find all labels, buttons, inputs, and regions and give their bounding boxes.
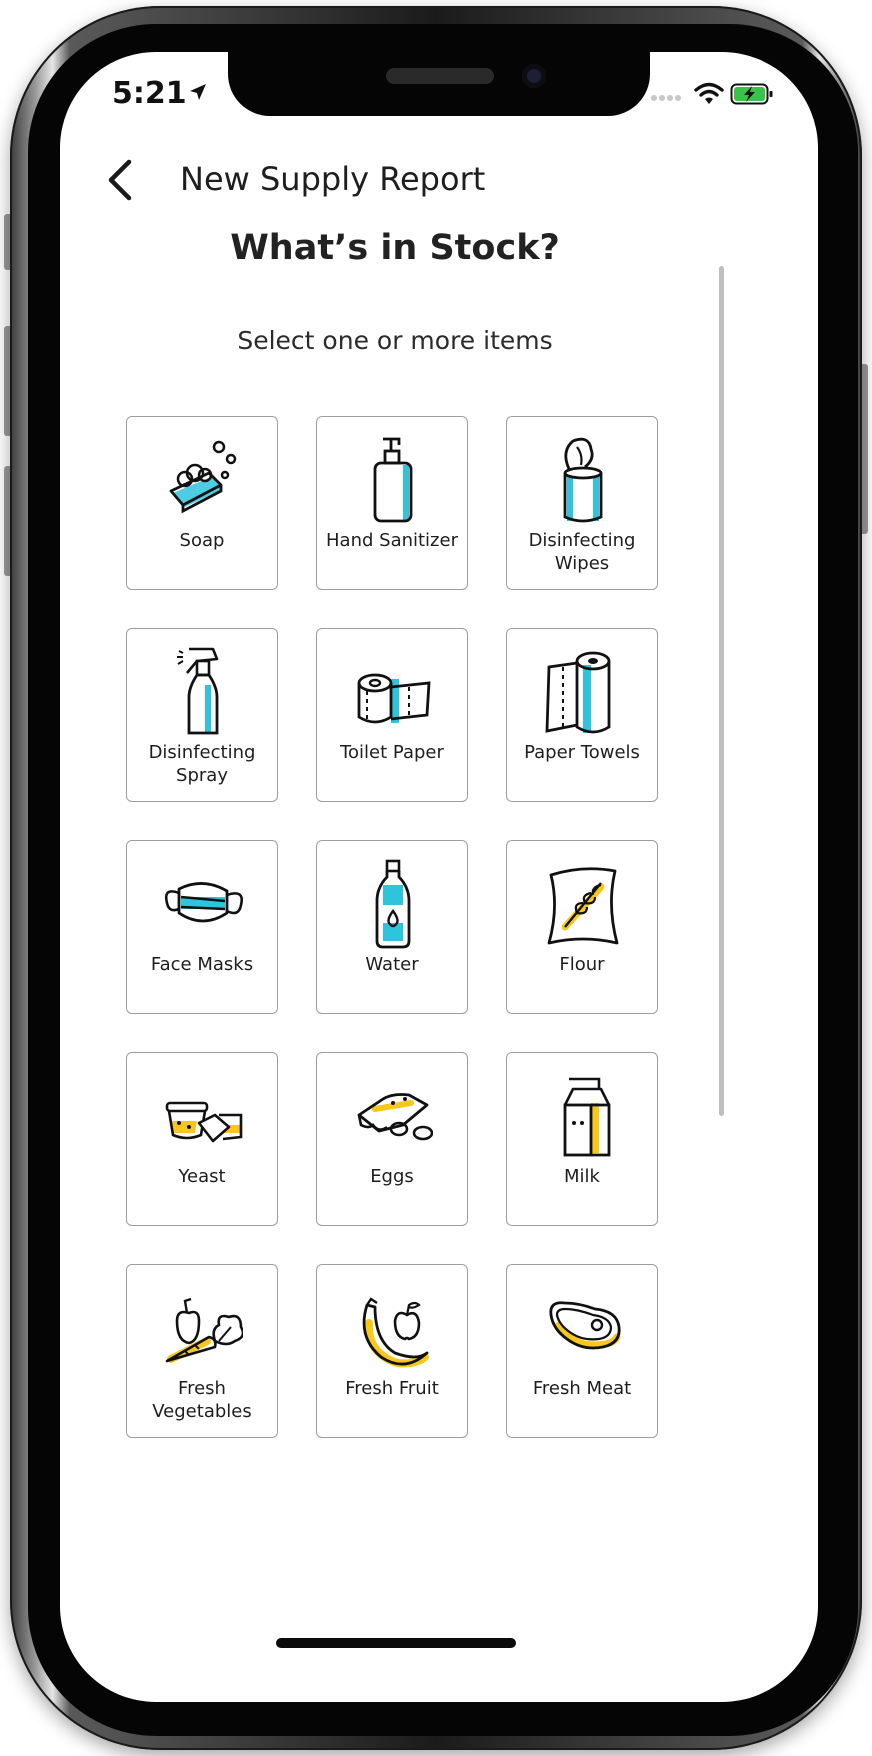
- front-camera: [522, 64, 546, 88]
- hand-sanitizer-icon: [373, 437, 413, 523]
- item-label: Water: [365, 954, 419, 975]
- item-tile-water[interactable]: Water: [316, 840, 468, 1014]
- item-label: Eggs: [370, 1166, 414, 1187]
- home-indicator[interactable]: [276, 1638, 516, 1648]
- back-button[interactable]: [96, 154, 144, 206]
- item-tile-face-masks[interactable]: Face Masks: [126, 840, 278, 1014]
- status-time: 5:21: [112, 76, 187, 111]
- item-tile-hand-sanitizer[interactable]: Hand Sanitizer: [316, 416, 468, 590]
- chevron-left-icon: [108, 159, 132, 201]
- item-tile-fresh-meat[interactable]: Fresh Meat: [506, 1264, 658, 1438]
- spray-bottle-icon: [177, 647, 219, 735]
- item-label: Fresh Meat: [532, 1378, 632, 1399]
- eggs-icon: [357, 1093, 433, 1141]
- location-arrow-icon: [190, 84, 206, 100]
- item-label: Hand Sanitizer: [326, 530, 458, 551]
- item-label: Fresh Vegetables: [152, 1378, 252, 1422]
- notch: [228, 52, 650, 116]
- app-screen: 5:21 New Supply Report What’s in Stock? …: [60, 52, 818, 1702]
- item-tile-paper-towels[interactable]: Paper Towels: [506, 628, 658, 802]
- item-label: Toilet Paper: [340, 742, 444, 763]
- scrollbar[interactable]: [719, 266, 724, 1116]
- toilet-paper-icon: [357, 673, 431, 724]
- item-tile-disinfecting-spray[interactable]: Disinfecting Spray: [126, 628, 278, 802]
- item-tile-disinfecting-wipes[interactable]: Disinfecting Wipes: [506, 416, 658, 590]
- item-tile-fresh-fruit[interactable]: Fresh Fruit: [316, 1264, 468, 1438]
- item-label: Soap: [179, 530, 225, 551]
- battery-charging-icon: [730, 83, 773, 105]
- item-label: Disinfecting Wipes: [528, 530, 636, 574]
- item-label: Milk: [564, 1166, 600, 1187]
- yeast-icon: [165, 1101, 243, 1143]
- meat-icon: [549, 1301, 621, 1350]
- item-label: Flour: [559, 954, 605, 975]
- item-label: Face Masks: [150, 954, 254, 975]
- item-tile-fresh-vegetables[interactable]: Fresh Vegetables: [126, 1264, 278, 1438]
- paper-towels-icon: [545, 651, 611, 734]
- signal-dots-icon: [651, 95, 681, 101]
- disinfecting-wipes-icon: [563, 437, 603, 523]
- item-tile-milk[interactable]: Milk: [506, 1052, 658, 1226]
- section-heading: What’s in Stock?: [230, 228, 560, 268]
- face-mask-icon: [164, 882, 243, 923]
- soap-icon: [169, 440, 237, 514]
- item-label: Disinfecting Spray: [148, 742, 256, 786]
- item-tile-flour[interactable]: Flour: [506, 840, 658, 1014]
- section-subtitle: Select one or more items: [237, 326, 553, 355]
- wifi-icon: [694, 82, 724, 104]
- item-tile-eggs[interactable]: Eggs: [316, 1052, 468, 1226]
- fruit-icon: [362, 1297, 429, 1368]
- flour-bag-icon: [547, 867, 619, 945]
- milk-carton-icon: [563, 1077, 611, 1157]
- speaker-grille: [386, 68, 494, 84]
- item-label: Yeast: [178, 1166, 226, 1187]
- page-title: New Supply Report: [180, 160, 486, 198]
- item-label: Fresh Fruit: [345, 1378, 439, 1399]
- vegetables-icon: [165, 1297, 243, 1363]
- item-tile-toilet-paper[interactable]: Toilet Paper: [316, 628, 468, 802]
- item-tile-yeast[interactable]: Yeast: [126, 1052, 278, 1226]
- water-bottle-icon: [375, 859, 411, 949]
- item-tile-soap[interactable]: Soap: [126, 416, 278, 590]
- item-label: Paper Towels: [524, 742, 640, 763]
